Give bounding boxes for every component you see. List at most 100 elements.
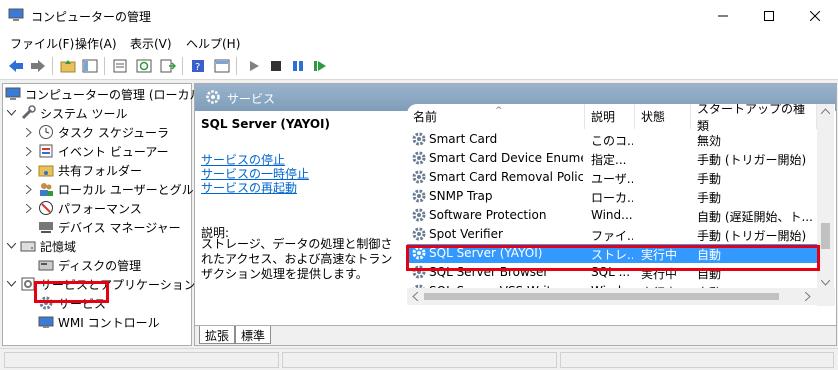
gear-icon (411, 207, 427, 223)
scroll-down-icon (821, 280, 830, 286)
service-description-cell: このコ... (591, 134, 633, 148)
refresh-icon[interactable] (134, 56, 154, 76)
table-row[interactable]: Spot Verifier ファイ... 手動 (トリガー開始) (407, 225, 817, 244)
tree-item-local-users[interactable]: ローカル ユーザーとグループ (23, 180, 217, 198)
gear-icon (411, 150, 427, 166)
column-header-description[interactable]: 説明 (585, 104, 635, 129)
tree-label: 共有フォルダー (58, 163, 143, 178)
close-button[interactable] (792, 0, 838, 31)
menu-help[interactable]: ヘルプ(H) (186, 35, 240, 52)
services-highlight-box (34, 281, 109, 303)
chevron-right-icon[interactable] (23, 183, 35, 195)
tree-item-storage[interactable]: 記憶域 (5, 237, 76, 255)
menu-file[interactable]: ファイル(F) (10, 35, 74, 52)
toolbar: ? (0, 53, 838, 80)
table-row[interactable]: Software Protection Wind... 自動 (遅延開始、ト... (407, 206, 817, 225)
service-startup-cell: 手動 (697, 172, 722, 186)
column-header-status[interactable]: 状態 (635, 104, 691, 129)
performance-icon (38, 200, 54, 216)
tree-label: システム ツール (40, 106, 128, 121)
tab-standard[interactable]: 標準 (235, 326, 272, 344)
horizontal-scroll-thumb[interactable] (424, 293, 779, 300)
storage-icon (20, 238, 36, 254)
service-startup-cell: 手動 (トリガー開始) (697, 153, 807, 167)
service-name-cell: Spot Verifier (429, 227, 503, 241)
tree-item-device-manager[interactable]: デバイス マネージャー (38, 218, 181, 236)
users-icon (38, 181, 54, 197)
pause-service-icon[interactable] (288, 56, 308, 76)
help-icon[interactable]: ? (188, 56, 208, 76)
back-icon[interactable] (6, 56, 26, 76)
forward-icon[interactable] (28, 56, 48, 76)
service-name-cell: Smart Card Removal Policy (429, 170, 583, 184)
start-service-icon[interactable] (244, 56, 264, 76)
tree-item-wmi-control[interactable]: WMI コントロール (38, 313, 160, 331)
chevron-down-icon[interactable] (5, 107, 17, 119)
service-description-cell: ファイ... (591, 229, 633, 243)
svg-text:?: ? (195, 62, 200, 73)
tree-item-system-tools[interactable]: システム ツール (5, 104, 127, 122)
gear-icon (411, 169, 427, 185)
scroll-right-icon (805, 292, 811, 301)
tree-label: 記憶域 (40, 239, 77, 254)
gear-icon (411, 226, 427, 242)
tree-item-computer-management[interactable]: コンピューターの管理 (ローカル) (5, 85, 206, 103)
export-list-icon[interactable] (158, 56, 178, 76)
restart-service-icon[interactable] (310, 56, 330, 76)
chevron-down-icon[interactable] (5, 240, 17, 252)
chevron-right-icon[interactable] (23, 202, 35, 214)
status-bar (0, 348, 838, 370)
tree-label: コンピューターの管理 (ローカル) (25, 87, 207, 102)
service-startup-cell: 手動 (697, 191, 722, 205)
selected-service-highlight-box (406, 245, 820, 271)
service-name-cell: Smart Card Device Enumera... (429, 151, 583, 165)
table-row[interactable]: Smart Card Removal Policy ユーザ... 手動 (407, 168, 817, 187)
vertical-scroll-thumb[interactable] (821, 223, 830, 249)
maximize-button[interactable] (746, 0, 792, 31)
table-row[interactable]: Smart Card このコ... 無効 (407, 130, 817, 149)
tree-item-task-scheduler[interactable]: タスク スケジューラ (23, 123, 169, 141)
clock-icon (38, 124, 54, 140)
chevron-right-icon[interactable] (23, 126, 35, 138)
service-startup-cell: 無効 (697, 134, 722, 148)
tree-item-shared-folders[interactable]: 共有フォルダー (23, 161, 142, 179)
column-header-name[interactable]: 名前 ^ (407, 104, 585, 129)
chevron-down-icon[interactable] (5, 278, 17, 290)
tree-label: WMI コントロール (58, 315, 160, 330)
service-startup-cell: 自動 (遅延開始、ト... (697, 210, 813, 224)
tab-extended[interactable]: 拡張 (199, 326, 236, 344)
table-row[interactable]: Smart Card Device Enumera... 指定... 手動 (トリガ… (407, 149, 817, 168)
show-hide-tree-icon[interactable] (80, 56, 100, 76)
folder-up-icon[interactable] (58, 56, 78, 76)
menu-action[interactable]: 操作(A) (75, 35, 117, 52)
tree-label: デバイス マネージャー (58, 220, 181, 235)
navigation-tree: コンピューターの管理 (ローカル) システム ツール タスク スケジューラ イベ… (2, 83, 217, 346)
tree-item-disk-management[interactable]: ディスクの管理 (38, 256, 141, 274)
computer-management-icon (8, 8, 24, 22)
view-tabs: 拡張 標準 (195, 325, 836, 345)
tree-label: タスク スケジューラ (58, 125, 169, 140)
minimize-button[interactable] (700, 0, 746, 31)
tree-label: ディスクの管理 (58, 258, 142, 273)
service-name-cell: Smart Card (429, 132, 498, 146)
tree-item-performance[interactable]: パフォーマンス (23, 199, 142, 217)
description-text: ストレージ、データの処理と制御されたアクセス、および高速なトランザクション処理を… (201, 237, 393, 281)
table-row[interactable]: SNMP Trap ローカ... 手動 (407, 187, 817, 206)
event-viewer-icon (38, 143, 54, 159)
restart-service-link[interactable]: サービスの再起動 (201, 179, 297, 196)
chevron-right-icon[interactable] (23, 164, 35, 176)
horizontal-scrollbar[interactable] (407, 288, 817, 305)
wmi-icon (38, 314, 54, 330)
scroll-left-icon (412, 292, 418, 301)
shared-folder-icon (38, 162, 54, 178)
title-bar: コンピューターの管理 (0, 0, 838, 31)
tree-item-event-viewer[interactable]: イベント ビューアー (23, 142, 169, 160)
properties-icon[interactable] (110, 56, 130, 76)
service-startup-cell: 手動 (トリガー開始) (697, 229, 807, 243)
console-view-icon[interactable] (212, 56, 232, 76)
chevron-right-icon[interactable] (23, 145, 35, 157)
column-header-startup[interactable]: スタートアップの種類 (691, 104, 817, 133)
menu-view[interactable]: 表示(V) (130, 35, 172, 52)
stop-service-icon[interactable] (266, 56, 286, 76)
tree-label: パフォーマンス (58, 201, 142, 216)
